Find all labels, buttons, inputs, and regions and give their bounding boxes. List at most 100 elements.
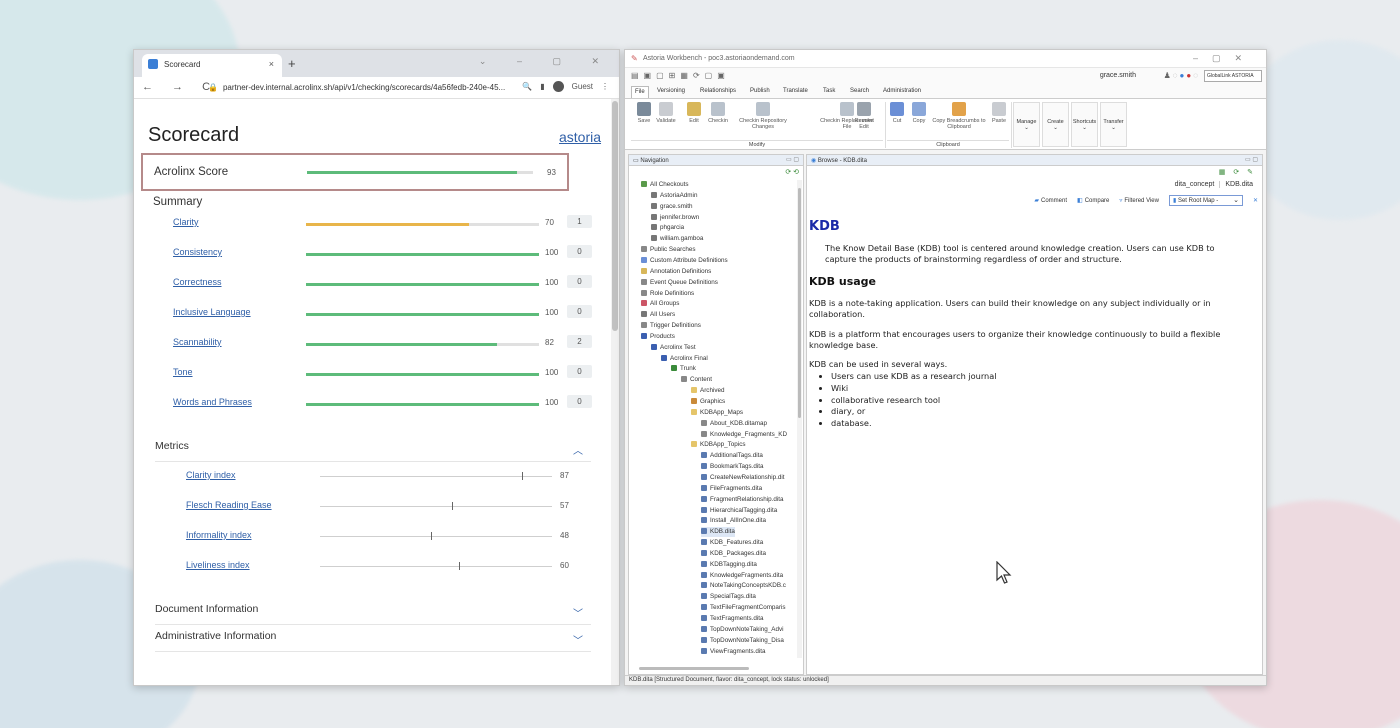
issue-count-badge[interactable]: 0	[567, 365, 592, 378]
tree-node[interactable]: AstoriaAdmin	[651, 191, 697, 201]
tree-node[interactable]: KDB_Features.dita	[701, 538, 763, 548]
page-scrollbar[interactable]	[611, 99, 619, 685]
ribbon-button[interactable]: Copy Breadcrumbs to Clipboard	[931, 102, 987, 130]
issue-count-badge[interactable]: 0	[567, 395, 592, 408]
summary-link[interactable]: Tone	[173, 367, 193, 377]
tree-node[interactable]: Graphics	[691, 397, 725, 407]
ribbon-dropdown-shortcuts[interactable]: Shortcuts ⌄	[1071, 102, 1098, 147]
breadcrumb-item[interactable]: KDB.dita	[1219, 181, 1258, 188]
issue-count-badge[interactable]: 2	[567, 335, 592, 348]
metric-link[interactable]: Informality index	[186, 530, 252, 540]
close-icon[interactable]: ✕	[1253, 197, 1258, 204]
summary-link[interactable]: Words and Phrases	[173, 397, 252, 407]
tree-node[interactable]: Role Definitions	[641, 289, 694, 299]
menu-item-publish[interactable]: Publish	[750, 88, 770, 94]
chevron-up-icon[interactable]: ︿	[573, 442, 583, 457]
menu-kebab-icon[interactable]: ⋮	[601, 82, 609, 91]
tree-node[interactable]: Trunk	[671, 364, 696, 374]
tree-node[interactable]: TextFileFragmentComparis	[701, 603, 786, 613]
issue-count-badge[interactable]: 0	[567, 245, 592, 258]
navigation-scrollbar[interactable]	[797, 180, 802, 658]
new-tab-button[interactable]: +	[288, 56, 296, 71]
tree-node[interactable]: TopDownNoteTaking_Disa	[701, 636, 784, 646]
tree-node[interactable]: AdditionalTags.dita	[701, 451, 763, 461]
tree-node[interactable]: grace.smith	[651, 202, 693, 212]
administrative-information-header[interactable]: Administrative Information ﹀	[155, 630, 591, 652]
tree-node[interactable]: All Groups	[641, 299, 679, 309]
tree-node[interactable]: FileFragments.dita	[701, 484, 762, 494]
metric-link[interactable]: Flesch Reading Ease	[186, 500, 272, 510]
tree-node[interactable]: TopDownNoteTaking_Advi	[701, 625, 784, 635]
ribbon-button[interactable]: Validate	[653, 102, 679, 124]
url-field[interactable]: 🔒 partner-dev.internal.acrolinx.sh/api/v1…	[202, 80, 532, 96]
profile-avatar-icon[interactable]	[552, 81, 564, 92]
ribbon-button[interactable]: Revoke Edit	[851, 102, 877, 130]
issue-count-badge[interactable]: 0	[567, 305, 592, 318]
navigation-scrollbar-thumb[interactable]	[798, 188, 801, 418]
tree-node[interactable]: BookmarkTags.dita	[701, 462, 764, 472]
summary-link[interactable]: Clarity	[173, 217, 199, 227]
ribbon-button[interactable]: Cut	[887, 102, 907, 124]
chevron-down-icon[interactable]: ﹀	[573, 632, 583, 647]
tree-node[interactable]: FragmentRelationship.dita	[701, 495, 784, 505]
tree-node[interactable]: jennifer.brown	[651, 213, 699, 223]
tree-node[interactable]: Custom Attribute Definitions	[641, 256, 728, 266]
tree-node[interactable]: Acrolinx Test	[651, 343, 696, 353]
tree-node[interactable]: All Users	[641, 310, 675, 320]
menu-item-search[interactable]: Search	[850, 88, 869, 94]
scrollbar-thumb[interactable]	[612, 101, 618, 331]
ribbon-button[interactable]: Edit	[681, 102, 707, 124]
pane-controls[interactable]: ▭ ▢	[1245, 156, 1258, 163]
tree-node[interactable]: SpecialTags.dita	[701, 592, 756, 602]
tree-node[interactable]: Trigger Definitions	[641, 321, 701, 331]
tree-node[interactable]: Install_AllInOne.dita	[701, 516, 766, 526]
comment-button[interactable]: ▰ Comment	[1034, 197, 1067, 204]
ribbon-button[interactable]: Paste	[989, 102, 1009, 124]
tree-node[interactable]: KDBApp_Maps	[691, 408, 743, 418]
menu-item-administration[interactable]: Administration	[883, 88, 921, 94]
browser-window-controls[interactable]: ⌄ – ▢ ✕	[479, 56, 613, 67]
quick-toolbar-icons[interactable]: ▤▣▢⊞▦⟳▢▣	[631, 71, 730, 80]
ribbon-dropdown-create[interactable]: Create ⌄	[1042, 102, 1069, 147]
compare-button[interactable]: ◧ Compare	[1077, 197, 1109, 204]
ribbon-button[interactable]: Checkin Repository Changes	[733, 102, 793, 130]
chevron-down-icon[interactable]: ﹀	[573, 605, 583, 620]
pane-controls[interactable]: ▭ ▢	[786, 156, 799, 163]
zoom-icon[interactable]: 🔍	[522, 82, 532, 91]
tree-node[interactable]: KDB.dita	[701, 527, 735, 538]
menu-item-relationships[interactable]: Relationships	[700, 88, 736, 94]
tree-node[interactable]: Knowledge_Fragments_KD	[701, 430, 787, 440]
menu-item-versioning[interactable]: Versioning	[657, 88, 685, 94]
tree-node[interactable]: TextFragments.dita	[701, 614, 764, 624]
tree-node[interactable]: All Checkouts	[641, 180, 689, 190]
tree-node[interactable]: Products	[641, 332, 675, 342]
tree-node[interactable]: phgarcia	[651, 223, 684, 233]
summary-link[interactable]: Scannability	[173, 337, 222, 347]
sidepanel-icon[interactable]: ▮	[540, 82, 544, 91]
tree-node[interactable]: KDB_Packages.dita	[701, 549, 766, 559]
metric-link[interactable]: Clarity index	[186, 470, 236, 480]
ribbon-button[interactable]: Checkin	[705, 102, 731, 124]
tree-node[interactable]: NoteTakingConceptsKDB.c	[701, 581, 786, 591]
tree-node[interactable]: KDBApp_Topics	[691, 440, 746, 450]
menu-item-translate[interactable]: Translate	[783, 88, 808, 94]
issue-count-badge[interactable]: 0	[567, 275, 592, 288]
menu-item-file[interactable]: File	[631, 86, 649, 98]
tree-node[interactable]: CreateNewRelationship.dit	[701, 473, 785, 483]
tree-node[interactable]: Archived	[691, 386, 725, 396]
browse-tool-icons[interactable]: ▦ ⟳ ✎	[1219, 168, 1256, 176]
breadcrumb-item[interactable]: dita_concept	[1170, 181, 1220, 188]
summary-link[interactable]: Consistency	[173, 247, 222, 257]
ribbon-dropdown-transfer[interactable]: Transfer ⌄	[1100, 102, 1127, 147]
navigation-horizontal-scrollbar[interactable]	[639, 667, 749, 670]
tree-node[interactable]: Annotation Definitions	[641, 267, 711, 277]
ribbon-button[interactable]: Copy	[909, 102, 929, 124]
workbench-window-controls[interactable]: –▢✕	[1193, 53, 1256, 64]
set-root-map-select[interactable]: ▮ Set Root Map - ⌄	[1168, 195, 1243, 206]
ribbon-dropdown-manage[interactable]: Manage ⌄	[1013, 102, 1040, 147]
refresh-icon[interactable]: ⟳ ⟲	[785, 168, 799, 176]
tree-node[interactable]: william.gamboa	[651, 234, 703, 244]
summary-link[interactable]: Inclusive Language	[173, 307, 251, 317]
tree-node[interactable]: About_KDB.ditamap	[701, 419, 767, 429]
summary-link[interactable]: Correctness	[173, 277, 222, 287]
